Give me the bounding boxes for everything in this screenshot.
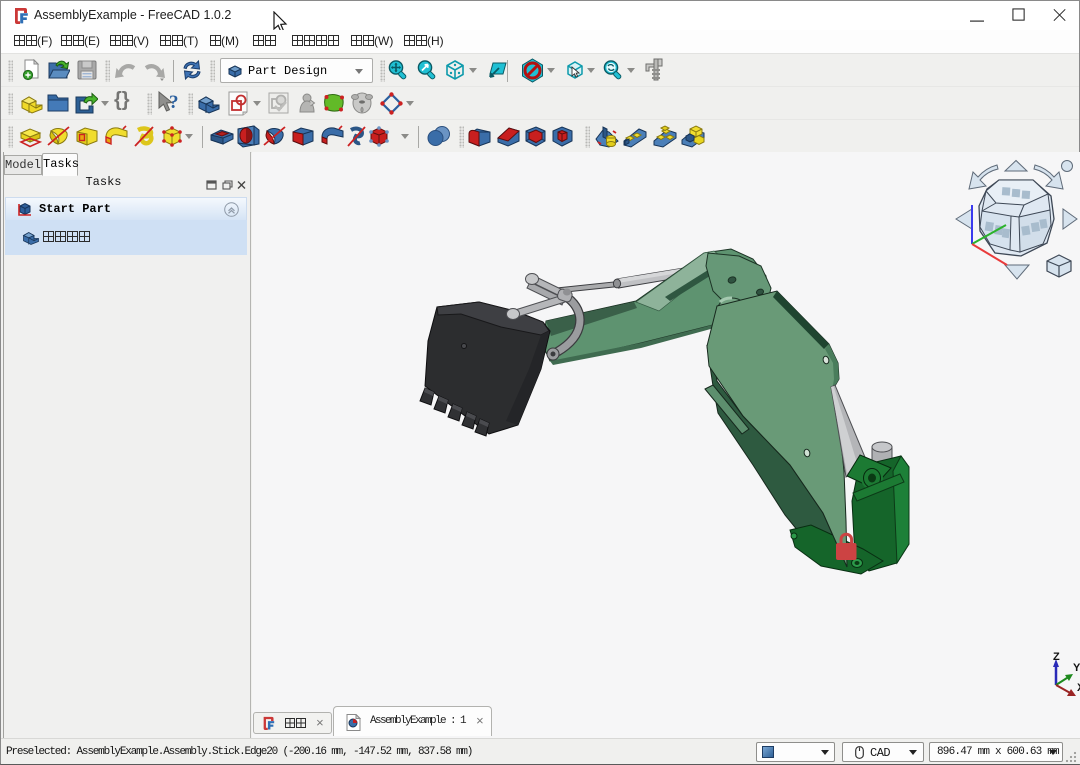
svg-text:Y: Y <box>1073 662 1080 674</box>
svg-text:Z: Z <box>1053 651 1060 663</box>
svg-text:?: ? <box>169 92 179 113</box>
